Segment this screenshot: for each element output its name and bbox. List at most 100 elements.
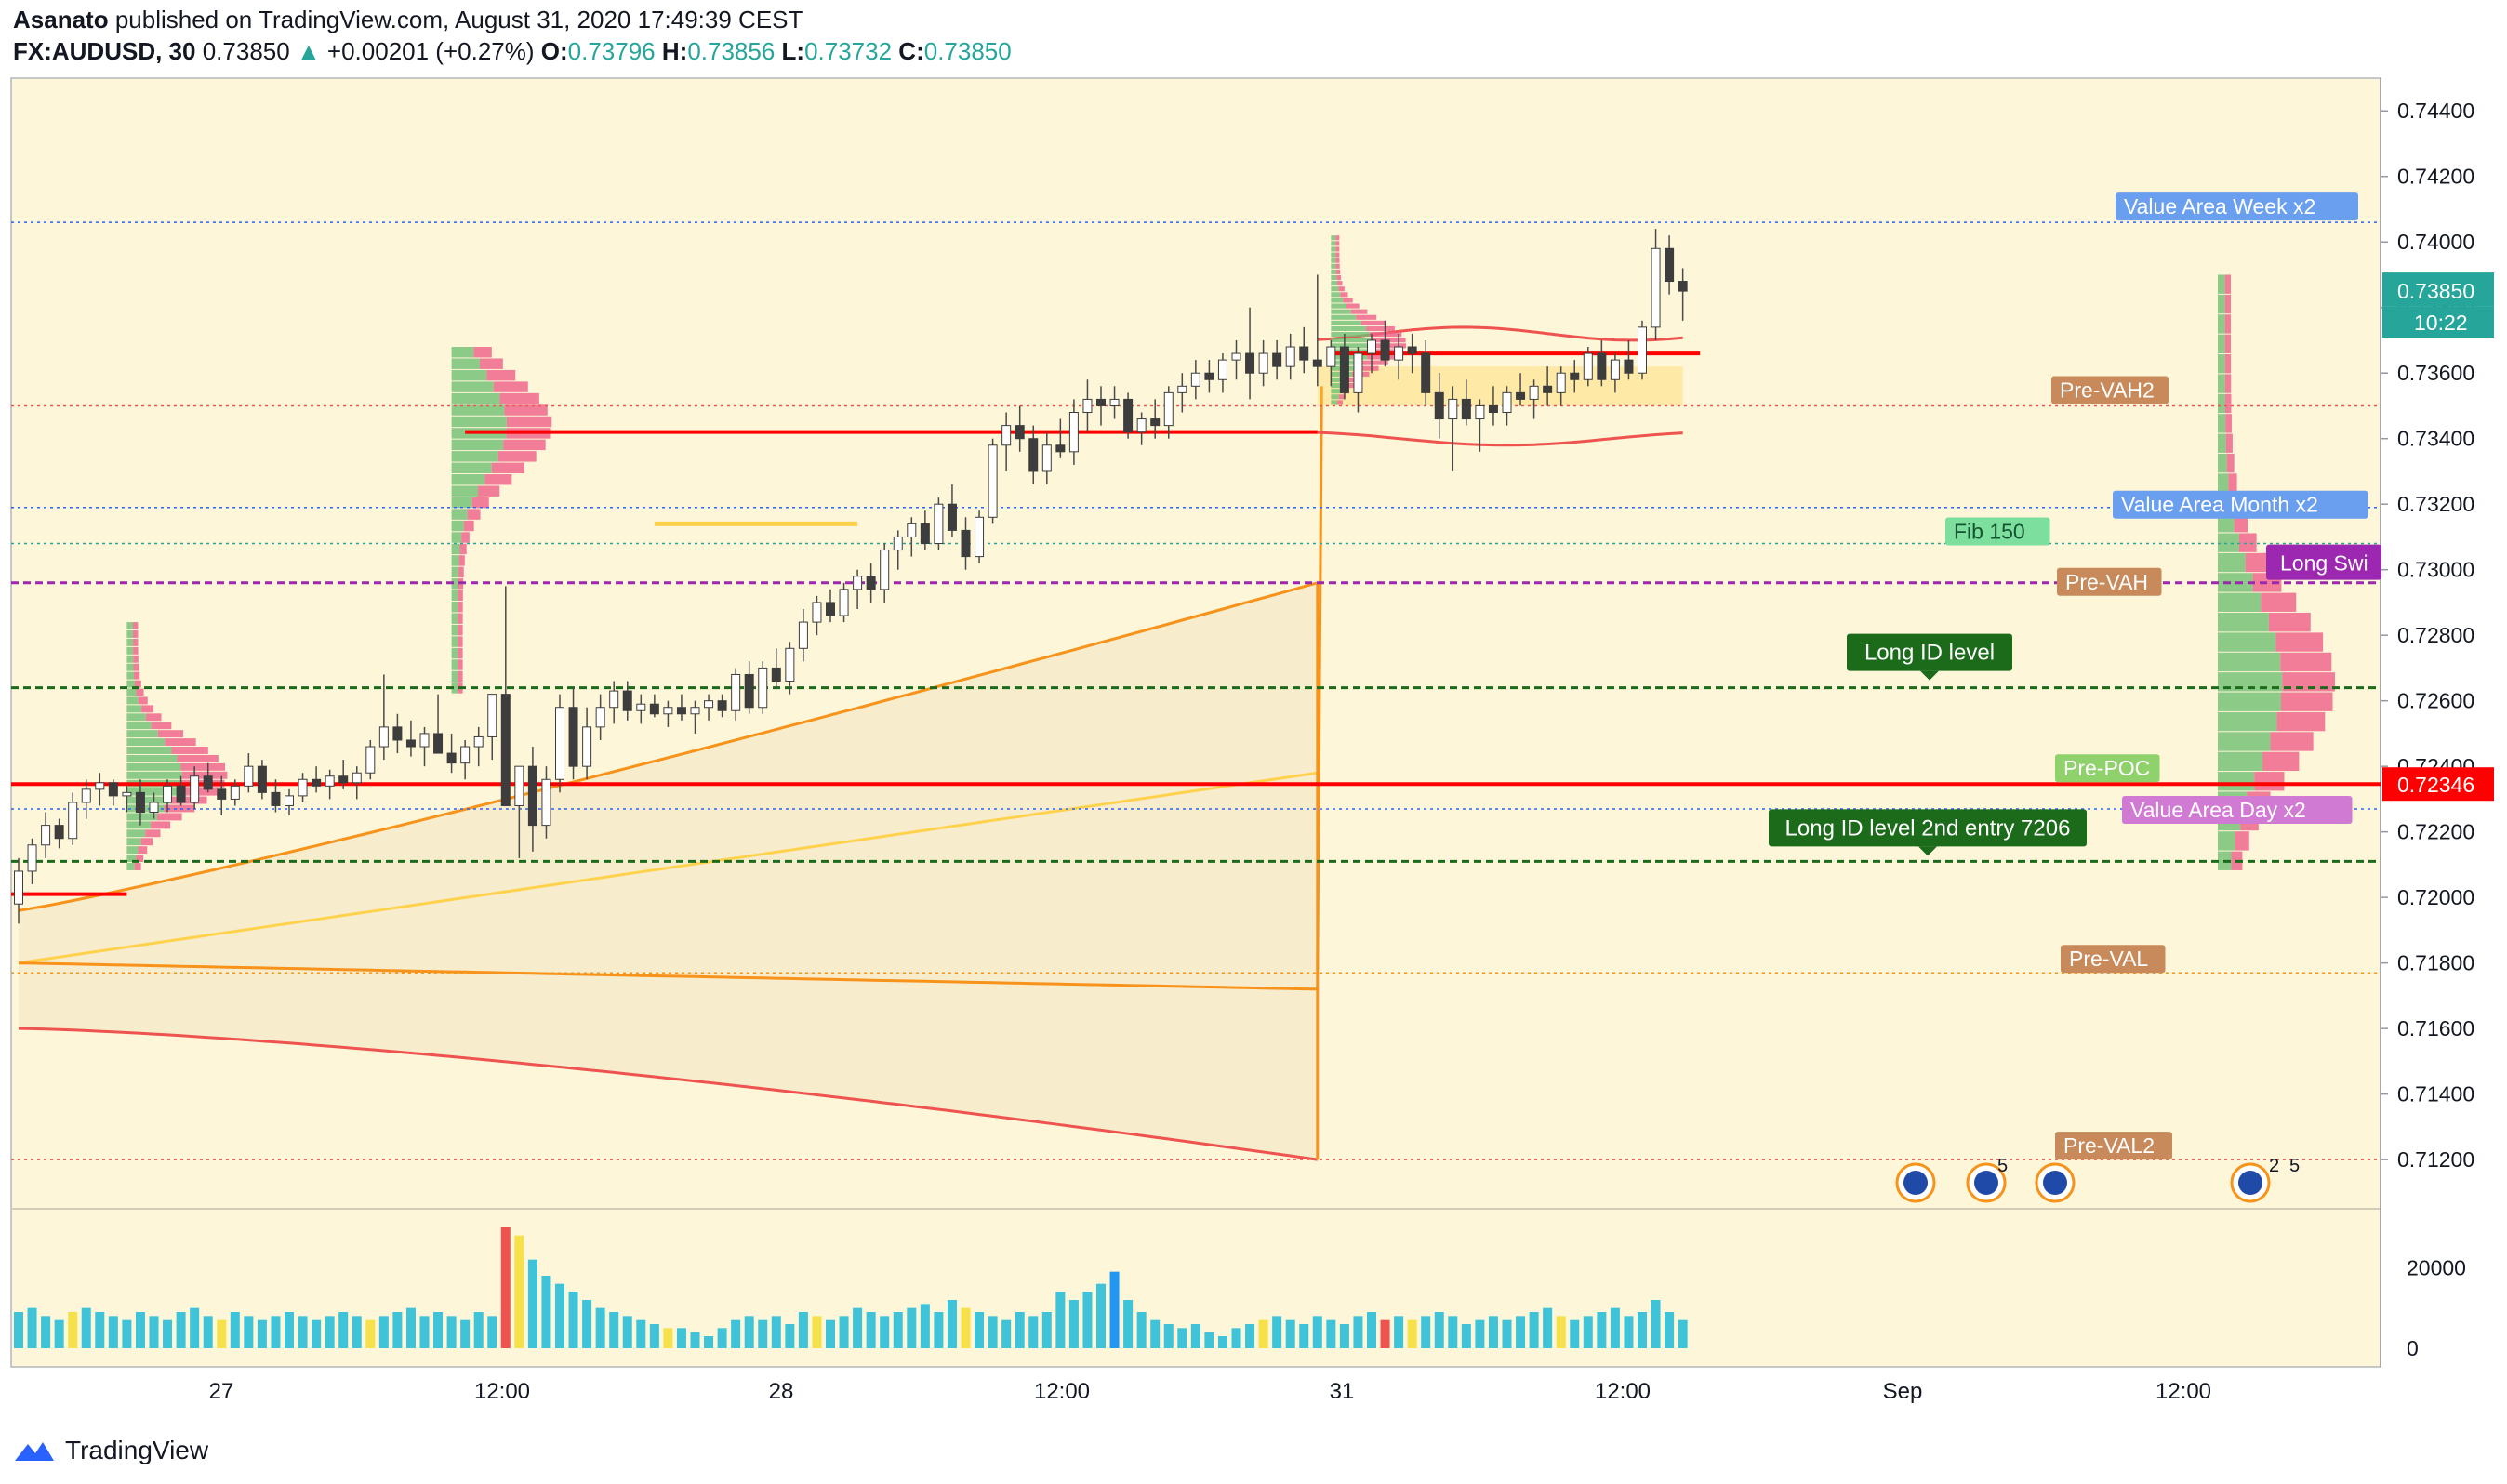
volume-bar: [1068, 1300, 1079, 1348]
candle-body: [1015, 425, 1025, 440]
footer: TradingView: [0, 1423, 2507, 1484]
price-tick-label: 0.73000: [2397, 558, 2474, 582]
candle-body: [190, 775, 200, 803]
price-chart[interactable]: Value Area Week x2Pre-VAH2Value Area Mon…: [0, 74, 2507, 1423]
volume-bar: [1096, 1283, 1106, 1348]
candle-body: [568, 707, 578, 767]
profile-aug28-up-row: [451, 532, 462, 543]
volume-bar: [1421, 1316, 1431, 1348]
candle-body: [446, 752, 457, 764]
candle-body: [880, 550, 890, 590]
volume-bar: [609, 1312, 619, 1348]
profile-right-up-row: [2218, 632, 2276, 652]
volume-bar: [473, 1312, 484, 1348]
profile-aug27-down-row: [165, 738, 196, 747]
time-axis[interactable]: 27 12:00 28 12:00 31 12:00 Sep 12:00: [209, 1379, 2211, 1404]
volume-bar: [122, 1319, 132, 1348]
price-tick-label: 0.73600: [2397, 361, 2474, 385]
profile-aug28-up-row: [451, 497, 472, 509]
profile-aug31-up-row: [1331, 258, 1336, 263]
profile-aug31-up-row: [1331, 332, 1371, 338]
candle-body: [1421, 352, 1431, 393]
candle-body: [1678, 281, 1688, 292]
candle-body: [163, 785, 173, 803]
profile-aug31-up-row: [1331, 343, 1373, 349]
candle-body: [663, 707, 673, 715]
volume-bar: [839, 1316, 849, 1348]
profile-right-up-row: [2218, 831, 2235, 851]
volume-bar: [1163, 1324, 1174, 1348]
candle-body: [352, 772, 362, 784]
candle-body: [1285, 346, 1295, 367]
volume-bar: [378, 1316, 389, 1348]
profile-aug27-down-row: [140, 838, 153, 846]
profile-aug27-down-row: [171, 747, 208, 754]
candle-body: [217, 788, 227, 800]
ohlc-legend: FX:AUDUSD, 30 0.73850 ▲ +0.00201 (+0.27%…: [13, 37, 1012, 66]
volume-bar: [352, 1316, 362, 1348]
profile-aug31-up-row: [1331, 389, 1341, 394]
tradingview-logo[interactable]: TradingView: [11, 1436, 208, 1465]
volume-bar: [244, 1316, 254, 1348]
time-tick-label: 12:00: [474, 1379, 530, 1404]
profile-aug27-down-row: [170, 796, 207, 804]
volume-bar: [1190, 1324, 1200, 1348]
profile-aug28-up-row: [451, 555, 459, 566]
candle-body: [1177, 385, 1187, 393]
profile-aug27-down-row: [180, 762, 226, 771]
profile-aug31-down-row: [1350, 309, 1368, 314]
volume-bar: [907, 1307, 917, 1348]
candle-body: [1570, 372, 1580, 380]
candle-body: [203, 775, 213, 790]
profile-aug28-up-row: [451, 381, 494, 392]
event-count: 2: [2269, 1156, 2279, 1176]
candle-body: [473, 735, 484, 748]
candle-body: [622, 690, 632, 711]
volume-bar: [365, 1319, 376, 1348]
volume-bar: [1272, 1316, 1282, 1348]
price-tick-label: 0.72200: [2397, 820, 2474, 844]
profile-aug31-up-row: [1331, 274, 1337, 281]
volume-bar: [68, 1312, 78, 1348]
tradingview-brand: TradingView: [65, 1436, 209, 1464]
close-value: 0.73850: [923, 37, 1012, 65]
profile-right-down-row: [2270, 732, 2314, 751]
profile-aug31-down-row: [1335, 241, 1340, 246]
volume-bar: [392, 1312, 403, 1348]
volume-bar: [1109, 1271, 1120, 1348]
candle-body: [731, 673, 741, 711]
profile-aug28-up-row: [451, 670, 458, 682]
candle-body: [1055, 444, 1066, 453]
profile-right-down-row: [2254, 772, 2285, 791]
candle-body: [555, 707, 564, 780]
price-axis[interactable]: 0.744000.742000.740000.738000.736000.734…: [2381, 99, 2494, 1360]
profile-right-down-row: [2235, 831, 2249, 851]
callout-long-id: Long ID level: [1864, 641, 1995, 666]
volume-bar: [1204, 1332, 1214, 1348]
profile-aug27-up-row: [126, 655, 134, 663]
candle-body: [853, 576, 863, 590]
profile-right-down-row: [2276, 711, 2326, 732]
candle-body: [595, 707, 605, 728]
candle-body: [934, 503, 944, 544]
candle-body: [920, 523, 930, 544]
candle-body: [176, 785, 186, 803]
profile-aug31-down-row: [1366, 325, 1395, 332]
profile-right-down-row: [2225, 433, 2233, 453]
candle-body: [312, 778, 322, 787]
candle-body: [527, 765, 537, 827]
price-tick-label: 0.72000: [2397, 885, 2474, 909]
symbol-interval[interactable]: FX:AUDUSD, 30: [13, 37, 195, 65]
time-tick-label: 28: [769, 1379, 794, 1404]
profile-right-up-row: [2218, 294, 2225, 314]
volume-tick-label: 0: [2407, 1336, 2419, 1360]
profile-right-up-row: [2218, 533, 2239, 552]
profile-aug27-up-row: [126, 846, 139, 855]
time-tick-label: 31: [1330, 1379, 1355, 1404]
last-price-label: 0.73850: [2397, 279, 2474, 303]
volume-bar: [81, 1307, 91, 1348]
author-name[interactable]: Asanato: [13, 6, 109, 33]
profile-aug31-up-row: [1331, 298, 1344, 303]
profile-aug28-up-row: [451, 451, 498, 462]
profile-aug28-up-row: [451, 474, 485, 485]
